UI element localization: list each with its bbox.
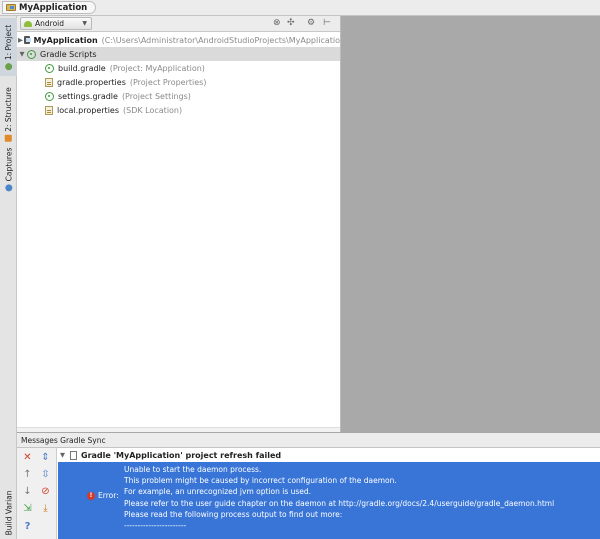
error-line: For example, an unrecognized jvm option … (124, 487, 312, 497)
tab-captures[interactable]: Captures (0, 144, 17, 194)
collapse-arrow-icon[interactable]: ▼ (60, 451, 65, 459)
chevron-down-icon: ▼ (82, 20, 87, 27)
tab-structure-label: 2: Structure (4, 86, 14, 132)
project-tab-icon (5, 62, 12, 70)
error-line: ----------------------- (124, 521, 187, 531)
error-label: ! Error: (87, 491, 119, 500)
file-name: build.gradle (58, 63, 106, 73)
tab-build-variants-label: Build Variants (4, 491, 14, 535)
captures-tab-icon (5, 183, 13, 191)
properties-icon (45, 105, 53, 115)
properties-icon (45, 77, 53, 87)
tree-row-file[interactable]: settings.gradle (Project Settings) (17, 89, 340, 103)
error-line: This problem might be caused by incorrec… (124, 476, 397, 486)
download-icon[interactable]: ⤓ (39, 502, 52, 515)
collapse-all-icon[interactable]: ⇳ (39, 468, 52, 481)
gradle-icon (27, 49, 36, 59)
tab-project[interactable]: 1: Project (0, 18, 17, 76)
breadcrumb-project[interactable]: MyApplication (2, 1, 97, 14)
root-project-name: MyApplication (33, 35, 98, 45)
document-icon (70, 450, 77, 460)
help-icon[interactable]: ? (21, 520, 34, 533)
file-hint: (SDK Location) (123, 105, 183, 115)
project-toolbar: Android ▼ ⊗ ✣ ⚙ ⊢ (17, 16, 340, 32)
pin-icon[interactable]: ⊢ (323, 18, 331, 29)
gradle-icon (45, 91, 54, 101)
tree-row-file[interactable]: local.properties (SDK Location) (17, 103, 340, 117)
arrow-down-icon[interactable]: ↓ (21, 485, 34, 498)
messages-panel: Messages Gradle Sync ✕ ⇕ ↑ ⇳ ↓ ⊘ ⇲ ⤓ ? ▼… (17, 432, 600, 539)
breadcrumb-label: MyApplication (19, 2, 88, 13)
tree-row-gradle-scripts[interactable]: ▼ Gradle Scripts (17, 47, 340, 61)
expand-arrow-icon[interactable]: ▶ (17, 36, 24, 44)
gradle-scripts-label: Gradle Scripts (40, 49, 97, 59)
error-message[interactable]: ! Error: Unable to start the daemon proc… (58, 462, 600, 539)
project-panel: Android ▼ ⊗ ✣ ⚙ ⊢ ▶ MyApplication (C:\Us… (17, 16, 341, 432)
error-line: Unable to start the daemon process. (124, 465, 262, 474)
message-title: Gradle 'MyApplication' project refresh f… (81, 450, 282, 460)
file-name: gradle.properties (57, 77, 126, 87)
left-tool-strip: 1: Project 2: Structure Captures Build V… (0, 16, 17, 539)
view-mode-label: Android (35, 19, 64, 28)
error-line: Please refer to the user guide chapter o… (124, 498, 555, 508)
file-hint: (Project Settings) (121, 91, 191, 101)
android-icon (24, 20, 32, 27)
tree-row-file[interactable]: gradle.properties (Project Properties) (17, 75, 340, 89)
gear-icon[interactable]: ⚙ (307, 18, 315, 29)
tree-row-root[interactable]: ▶ MyApplication (C:\Users\Administrator\… (17, 33, 340, 47)
messages-header: Messages Gradle Sync (17, 433, 600, 448)
export-icon[interactable]: ⇲ (21, 502, 34, 515)
tab-build-variants[interactable]: Build Variants (0, 491, 17, 539)
messages-content: ▼ Gradle 'MyApplication' project refresh… (58, 448, 600, 539)
messages-toolbar: ✕ ⇕ ↑ ⇳ ↓ ⊘ ⇲ ⤓ ? (17, 448, 57, 539)
message-group-row[interactable]: ▼ Gradle 'MyApplication' project refresh… (58, 448, 600, 462)
error-text: Unable to start the daemon process. This… (124, 464, 554, 531)
filter-errors-icon[interactable]: ⊘ (39, 485, 52, 498)
tab-project-label: 1: Project (4, 24, 13, 60)
project-folder-icon (6, 4, 16, 11)
module-icon (24, 36, 32, 44)
collapse-arrow-icon[interactable]: ▼ (17, 50, 27, 58)
file-hint: (Project: MyApplication) (109, 63, 205, 73)
error-label-text: Error: (98, 491, 119, 500)
tab-structure[interactable]: 2: Structure (0, 82, 17, 146)
structure-tab-icon (5, 134, 13, 142)
file-name: local.properties (57, 105, 120, 115)
arrow-up-icon[interactable]: ↑ (21, 468, 34, 481)
navigation-bar: MyApplication (0, 0, 600, 16)
target-icon[interactable]: ⊗ (273, 18, 281, 29)
error-icon: ! (87, 491, 95, 500)
messages-header-label: Messages Gradle Sync (21, 435, 106, 445)
gradle-icon (45, 63, 54, 73)
collapse-icon[interactable]: ✣ (287, 18, 295, 29)
close-icon[interactable]: ✕ (21, 451, 34, 464)
tab-captures-label: Captures (4, 147, 14, 181)
file-name: settings.gradle (58, 91, 118, 101)
tree-row-file[interactable]: build.gradle (Project: MyApplication) (17, 61, 340, 75)
root-project-path: (C:\Users\Administrator\AndroidStudioPro… (101, 35, 340, 45)
file-hint: (Project Properties) (129, 77, 207, 87)
editor-area (341, 16, 600, 432)
view-mode-dropdown[interactable]: Android ▼ (20, 17, 92, 30)
expand-all-icon[interactable]: ⇕ (39, 451, 52, 464)
error-line: Please read the following process output… (124, 509, 343, 519)
